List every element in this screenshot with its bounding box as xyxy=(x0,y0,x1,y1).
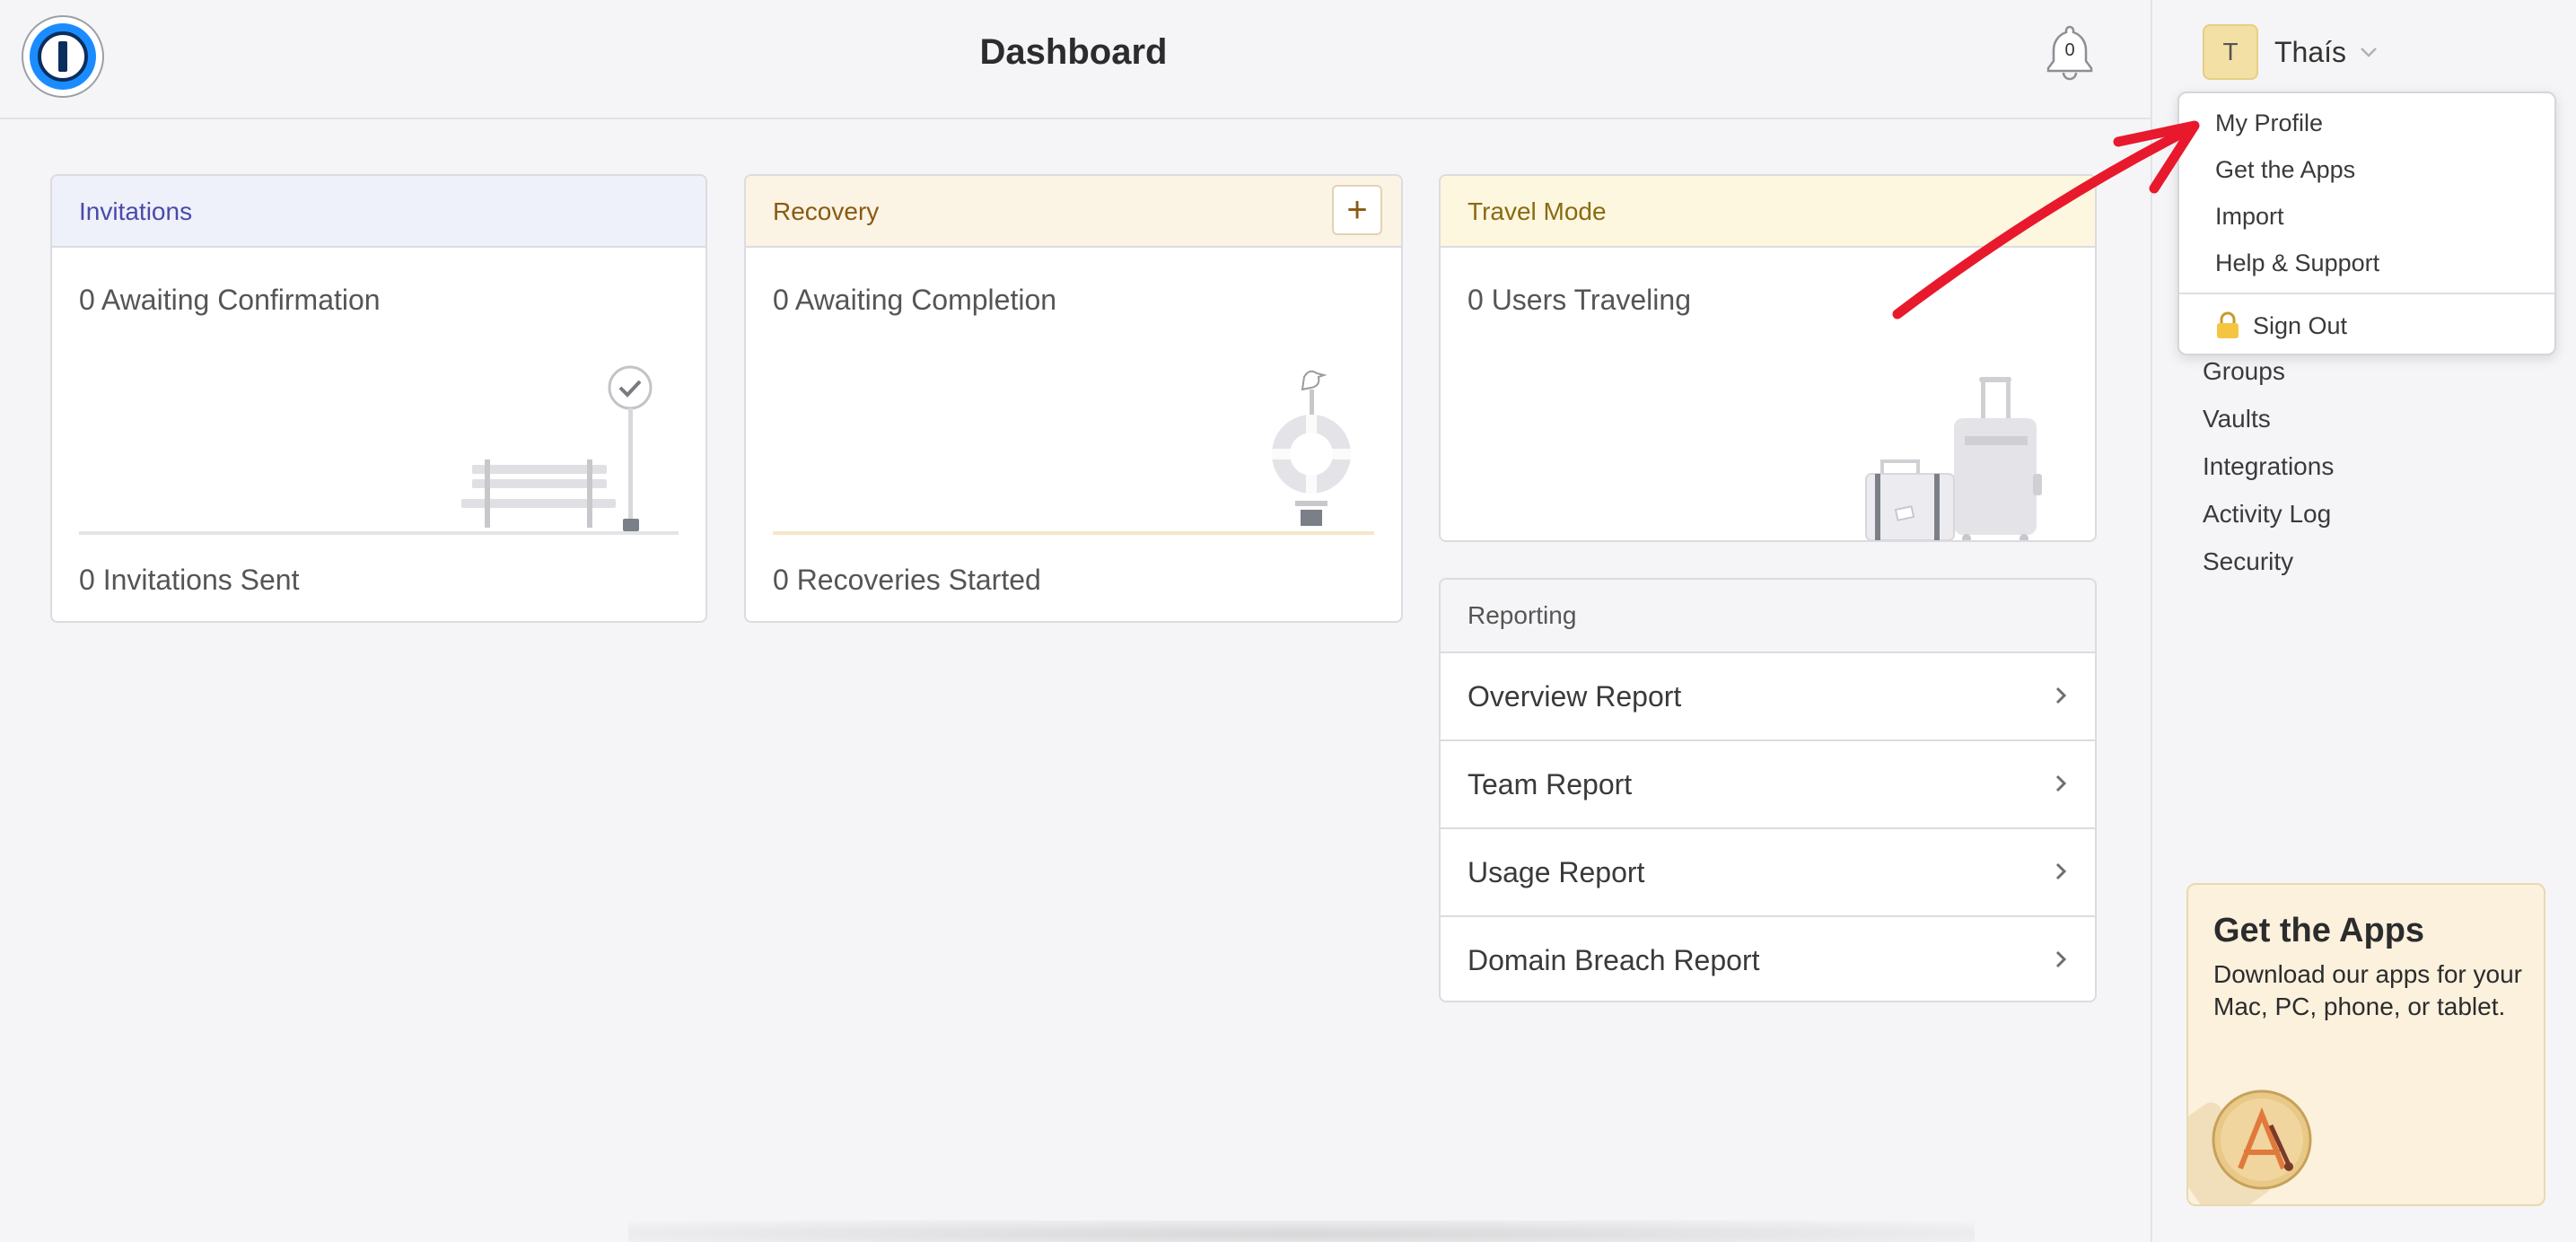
sidebar-item-activity-log[interactable]: Activity Log xyxy=(2203,498,2334,546)
sidebar-nav: Groups Vaults Integrations Activity Log … xyxy=(2203,355,2334,593)
chevron-right-icon xyxy=(2055,862,2067,880)
menu-item-sign-out[interactable]: Sign Out xyxy=(2253,312,2347,340)
report-row-domain-breach[interactable]: Domain Breach Report xyxy=(1441,915,2095,1001)
report-row-usage[interactable]: Usage Report xyxy=(1441,827,2095,915)
promo-title: Get the Apps xyxy=(2213,912,2425,949)
sidebar-item-groups[interactable]: Groups xyxy=(2203,355,2334,403)
bench-illustration xyxy=(461,365,653,531)
recoveries-started-count: 0 Recoveries Started xyxy=(773,564,1041,596)
menu-item-import[interactable]: Import xyxy=(2215,203,2284,231)
notification-count: 0 xyxy=(2064,40,2075,60)
users-traveling-count: 0 Users Traveling xyxy=(1468,284,1691,316)
user-menu-toggle[interactable]: T Thaís xyxy=(2203,24,2379,80)
ground-line xyxy=(79,531,679,535)
recovery-card-title: Recovery xyxy=(773,197,880,225)
reporting-card: Reporting Overview Report Team Report Us… xyxy=(1439,578,2097,1002)
menu-item-help-support[interactable]: Help & Support xyxy=(2215,249,2379,277)
avatar: T xyxy=(2203,24,2258,80)
menu-item-my-profile[interactable]: My Profile xyxy=(2215,109,2323,137)
top-header: Dashboard xyxy=(0,0,2151,119)
app-store-icon xyxy=(2188,1089,2312,1204)
report-row-overview[interactable]: Overview Report xyxy=(1441,652,2095,739)
invitations-card-header: Invitations xyxy=(52,176,705,248)
lock-icon xyxy=(2217,311,2239,338)
user-name: Thaís xyxy=(2274,35,2347,68)
invitations-card: Invitations 0 Awaiting Confirmation 0 In… xyxy=(50,174,707,623)
sidebar-item-vaults[interactable]: Vaults xyxy=(2203,403,2334,450)
recovery-card-header: Recovery xyxy=(746,176,1401,248)
reporting-card-title: Reporting xyxy=(1468,601,1577,629)
chevron-right-icon xyxy=(2055,950,2067,968)
chevron-right-icon xyxy=(2055,687,2067,704)
menu-item-get-the-apps[interactable]: Get the Apps xyxy=(2215,156,2355,184)
chevron-down-icon xyxy=(2361,48,2377,57)
luggage-illustration xyxy=(1865,377,2042,540)
report-label: Usage Report xyxy=(1468,856,1645,888)
report-label: Domain Breach Report xyxy=(1468,944,1760,976)
invitations-sent-count: 0 Invitations Sent xyxy=(79,564,300,596)
bottom-shadow xyxy=(628,1220,1975,1242)
chevron-right-icon xyxy=(2055,774,2067,792)
reporting-card-header: Reporting xyxy=(1441,580,2095,652)
menu-divider xyxy=(2179,293,2554,294)
sidebar-item-integrations[interactable]: Integrations xyxy=(2203,450,2334,498)
awaiting-completion-count: 0 Awaiting Completion xyxy=(773,284,1057,316)
travel-mode-card-title: Travel Mode xyxy=(1468,197,1607,225)
ground-line xyxy=(773,531,1374,535)
invitations-card-title: Invitations xyxy=(79,197,193,225)
promo-description: Download our apps for your Mac, PC, phon… xyxy=(2213,960,2522,1020)
report-label: Overview Report xyxy=(1468,680,1682,713)
annotation-arrow xyxy=(1892,120,2200,319)
report-label: Team Report xyxy=(1468,768,1633,800)
add-recovery-button[interactable]: + xyxy=(1332,185,1382,235)
awaiting-confirmation-count: 0 Awaiting Confirmation xyxy=(79,284,381,316)
user-dropdown-menu: My Profile Get the Apps Import Help & Su… xyxy=(2177,92,2556,355)
page-title: Dashboard xyxy=(979,32,1168,72)
sidebar-item-security[interactable]: Security xyxy=(2203,546,2334,593)
recovery-card: Recovery 0 Awaiting Completion 0 Recover… xyxy=(744,174,1403,623)
report-row-team[interactable]: Team Report xyxy=(1441,739,2095,827)
get-the-apps-promo[interactable]: Get the Apps Download our apps for your … xyxy=(2186,883,2545,1206)
lifebuoy-illustration xyxy=(1272,370,1351,526)
